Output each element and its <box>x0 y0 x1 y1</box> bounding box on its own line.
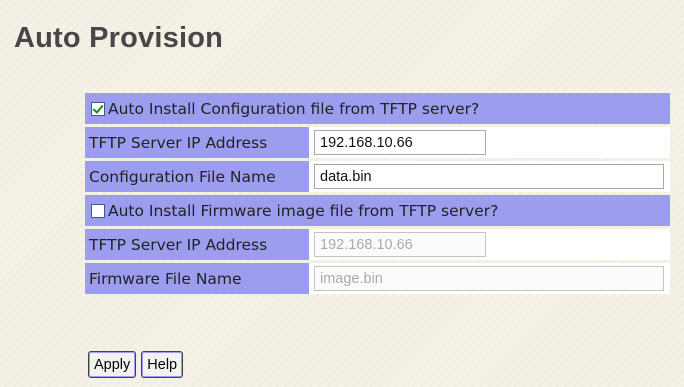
help-button[interactable]: Help <box>141 351 184 378</box>
firmware-server-ip-input[interactable] <box>314 232 486 257</box>
firmware-auto-install-checkbox[interactable] <box>91 203 105 218</box>
config-file-name-input[interactable] <box>314 164 664 189</box>
auto-provision-form: Auto Install Configuration file from TFT… <box>85 90 670 297</box>
apply-button[interactable]: Apply <box>88 351 137 378</box>
firmware-server-ip-label: TFTP Server IP Address <box>85 229 309 260</box>
config-auto-install-checkbox[interactable] <box>91 101 105 116</box>
config-auto-install-label: Auto Install Configuration file from TFT… <box>108 99 480 118</box>
config-section-header: Auto Install Configuration file from TFT… <box>85 93 670 124</box>
config-file-name-row: Configuration File Name <box>85 161 670 192</box>
config-server-ip-row: TFTP Server IP Address <box>85 127 670 158</box>
page-title: Auto Provision <box>14 22 224 54</box>
config-server-ip-input[interactable] <box>314 130 486 155</box>
firmware-file-name-label: Firmware File Name <box>85 263 309 294</box>
config-server-ip-label: TFTP Server IP Address <box>85 127 309 158</box>
firmware-auto-install-label: Auto Install Firmware image file from TF… <box>108 201 499 220</box>
config-file-name-label: Configuration File Name <box>85 161 309 192</box>
firmware-file-name-row: Firmware File Name <box>85 263 670 294</box>
firmware-file-name-input[interactable] <box>314 266 664 291</box>
firmware-auto-install-toggle[interactable]: Auto Install Firmware image file from TF… <box>91 202 670 220</box>
firmware-server-ip-row: TFTP Server IP Address <box>85 229 670 260</box>
form-buttons: Apply Help <box>88 351 184 378</box>
config-auto-install-toggle[interactable]: Auto Install Configuration file from TFT… <box>91 100 670 118</box>
firmware-section-header: Auto Install Firmware image file from TF… <box>85 195 670 226</box>
